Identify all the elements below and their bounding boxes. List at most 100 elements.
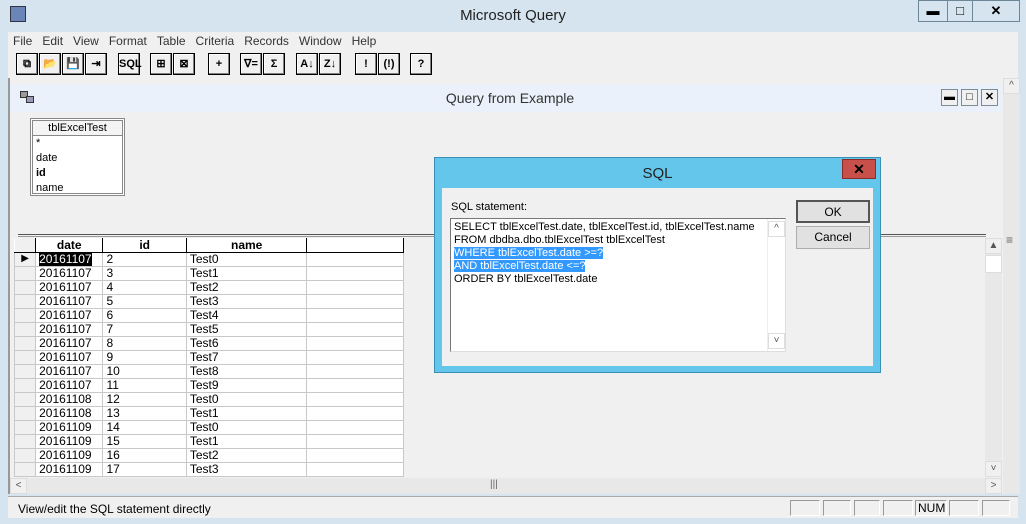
ok-button[interactable]: OK bbox=[796, 200, 870, 223]
menu-table[interactable]: Table bbox=[152, 32, 191, 50]
child-minimize-button[interactable]: ▬ bbox=[941, 89, 958, 106]
grid-cell[interactable]: 16 bbox=[102, 447, 187, 463]
query-now-icon[interactable]: ! bbox=[355, 53, 377, 75]
table-row[interactable]: 20161107 10 Test8 bbox=[13, 363, 404, 379]
grid-cell[interactable]: 12 bbox=[102, 391, 187, 407]
table-row[interactable]: 20161109 17 Test3 bbox=[13, 461, 404, 477]
table-row[interactable]: 20161109 15 Test1 bbox=[13, 433, 404, 449]
grid-cell[interactable]: Test7 bbox=[185, 349, 308, 365]
scroll-left-icon[interactable]: < bbox=[10, 478, 27, 494]
grid-cell[interactable] bbox=[306, 265, 404, 281]
column-header[interactable]: name bbox=[186, 238, 308, 253]
grid-cell[interactable]: Test0 bbox=[185, 419, 308, 435]
table-row[interactable]: 20161108 13 Test1 bbox=[13, 405, 404, 421]
maximize-button[interactable]: □ bbox=[947, 0, 973, 22]
menu-view[interactable]: View bbox=[68, 32, 104, 50]
open-query-icon[interactable]: 📂 bbox=[39, 53, 61, 75]
field-item[interactable]: id bbox=[33, 166, 122, 181]
table-row[interactable]: 20161107 8 Test6 bbox=[13, 335, 404, 351]
grid-cell[interactable]: 9 bbox=[102, 349, 187, 365]
field-item[interactable]: name bbox=[33, 181, 122, 196]
grid-cell[interactable]: 2 bbox=[102, 251, 187, 267]
row-header[interactable] bbox=[13, 433, 37, 449]
grid-cell[interactable] bbox=[306, 433, 404, 449]
new-query-icon[interactable]: ⧉ bbox=[16, 53, 38, 75]
grid-cell[interactable]: Test8 bbox=[185, 363, 308, 379]
splitter-grip-icon[interactable]: ≡ bbox=[1006, 233, 1013, 247]
table-row[interactable]: ▶ 20161107 2 Test0 bbox=[13, 251, 404, 267]
sql-icon[interactable]: SQL bbox=[118, 53, 142, 75]
grid-cell[interactable]: 20161107 bbox=[35, 265, 104, 281]
grid-cell[interactable]: 15 bbox=[102, 433, 187, 449]
grid-cell[interactable]: 7 bbox=[102, 321, 187, 337]
grid-cell[interactable]: Test9 bbox=[185, 377, 308, 393]
column-header[interactable]: id bbox=[102, 238, 187, 253]
sort-descending-icon[interactable]: Z↓ bbox=[319, 53, 341, 75]
grid-cell[interactable]: 20161107 bbox=[35, 307, 104, 323]
grid-cell[interactable]: 20161109 bbox=[35, 433, 104, 449]
grid-vertical-scrollbar[interactable]: ▲ ˅ bbox=[985, 238, 1002, 477]
menu-format[interactable]: Format bbox=[104, 32, 152, 50]
menu-edit[interactable]: Edit bbox=[37, 32, 68, 50]
grid-cell[interactable]: Test0 bbox=[185, 391, 308, 407]
sql-statement-textarea[interactable]: SELECT tblExcelTest.date, tblExcelTest.i… bbox=[450, 218, 786, 352]
grid-cell[interactable] bbox=[306, 251, 404, 267]
grid-cell[interactable] bbox=[306, 447, 404, 463]
table-row[interactable]: 20161107 11 Test9 bbox=[13, 377, 404, 393]
scroll-thumb[interactable] bbox=[985, 255, 1002, 273]
grid-cell[interactable]: Test2 bbox=[185, 447, 308, 463]
grid-cell[interactable]: Test5 bbox=[185, 321, 308, 337]
row-header[interactable] bbox=[13, 307, 37, 323]
grid-cell[interactable]: 4 bbox=[102, 279, 187, 295]
child-close-button[interactable]: ✕ bbox=[981, 89, 998, 106]
row-header[interactable] bbox=[13, 419, 37, 435]
row-header[interactable] bbox=[13, 321, 37, 337]
grid-cell[interactable] bbox=[306, 279, 404, 295]
grid-cell[interactable] bbox=[306, 335, 404, 351]
menu-criteria[interactable]: Criteria bbox=[191, 32, 240, 50]
grid-cell[interactable]: Test6 bbox=[185, 335, 308, 351]
grid-cell[interactable] bbox=[306, 405, 404, 421]
grid-cell[interactable]: 5 bbox=[102, 293, 187, 309]
save-icon[interactable]: 💾 bbox=[62, 53, 84, 75]
grid-horizontal-scrollbar[interactable]: < ||| > bbox=[10, 478, 1002, 494]
row-header[interactable] bbox=[13, 335, 37, 351]
cancel-button[interactable]: Cancel bbox=[796, 226, 870, 249]
row-header[interactable] bbox=[13, 447, 37, 463]
grid-cell[interactable]: 14 bbox=[102, 419, 187, 435]
scroll-right-icon[interactable]: > bbox=[985, 478, 1002, 494]
grid-cell[interactable]: 13 bbox=[102, 405, 187, 421]
row-header[interactable] bbox=[13, 293, 37, 309]
table-row[interactable]: 20161107 3 Test1 bbox=[13, 265, 404, 281]
grid-cell[interactable]: 20161107 bbox=[35, 377, 104, 393]
grid-cell[interactable] bbox=[306, 293, 404, 309]
current-row-indicator-icon[interactable]: ▶ bbox=[13, 251, 37, 267]
grid-cell[interactable] bbox=[306, 461, 404, 477]
show-tables-icon[interactable]: ⊞ bbox=[150, 53, 172, 75]
grid-cell[interactable] bbox=[306, 307, 404, 323]
grid-cell[interactable]: 20161107 bbox=[35, 293, 104, 309]
scroll-thumb-grip-icon[interactable]: ||| bbox=[490, 479, 498, 490]
grid-cell[interactable]: 8 bbox=[102, 335, 187, 351]
grid-cell[interactable]: 20161107 bbox=[35, 321, 104, 337]
table-row[interactable]: 20161107 5 Test3 bbox=[13, 293, 404, 309]
menu-help[interactable]: Help bbox=[347, 32, 382, 50]
scroll-up-icon[interactable]: ^ bbox=[768, 221, 785, 237]
field-item[interactable]: date bbox=[33, 151, 122, 166]
minimize-button[interactable]: ▬ bbox=[918, 0, 948, 22]
grid-cell[interactable]: 20161109 bbox=[35, 447, 104, 463]
grid-cell[interactable] bbox=[306, 377, 404, 393]
sort-ascending-icon[interactable]: A↓ bbox=[296, 53, 318, 75]
row-header[interactable] bbox=[13, 377, 37, 393]
auto-query-icon[interactable]: (!) bbox=[378, 53, 400, 75]
grid-cell[interactable]: 20161108 bbox=[35, 391, 104, 407]
grid-cell[interactable]: 17 bbox=[102, 461, 187, 477]
grid-cell[interactable]: 20161107 bbox=[35, 335, 104, 351]
grid-cell[interactable]: 3 bbox=[102, 265, 187, 281]
cycle-totals-icon[interactable]: Σ bbox=[263, 53, 285, 75]
table-row[interactable]: 20161107 9 Test7 bbox=[13, 349, 404, 365]
row-header[interactable] bbox=[13, 349, 37, 365]
mdi-vertical-scrollbar[interactable]: ^ ≡ bbox=[1003, 78, 1020, 494]
field-item[interactable]: * bbox=[33, 136, 122, 151]
grid-cell[interactable]: 20161109 bbox=[35, 461, 104, 477]
